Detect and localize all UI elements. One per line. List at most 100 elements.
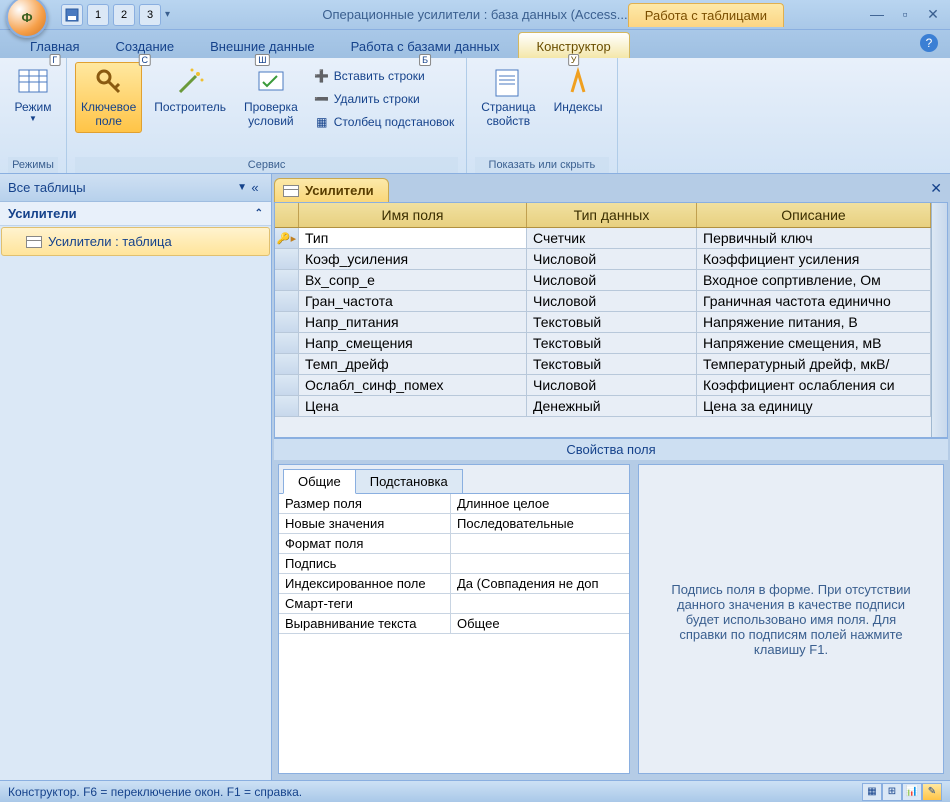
grid-row[interactable]: Ослабл_синф_помехЧисловойКоэффициент осл… — [275, 375, 931, 396]
delete-rows-button[interactable]: ➖Удалить строки — [310, 89, 458, 109]
property-row[interactable]: Размер поляДлинное целое — [279, 494, 629, 514]
tab-external-data[interactable]: Внешние данныеШ — [192, 33, 333, 58]
grid-row[interactable]: 🔑▸ТипСчетчикПервичный ключ — [275, 228, 931, 249]
data-type-cell[interactable]: Текстовый — [527, 333, 697, 353]
qat-btn-1[interactable]: 1 — [87, 4, 109, 26]
data-type-cell[interactable]: Числовой — [527, 270, 697, 290]
field-name-cell[interactable]: Напр_питания — [299, 312, 527, 332]
row-selector[interactable] — [275, 354, 299, 374]
nav-header[interactable]: Все таблицы ▼ « — [0, 174, 271, 202]
description-cell[interactable]: Входное сопртивление, Ом — [697, 270, 931, 290]
col-header-name[interactable]: Имя поля — [299, 203, 527, 227]
nav-group-collapse-icon[interactable]: ⌃ — [255, 208, 263, 219]
field-name-cell[interactable]: Темп_дрейф — [299, 354, 527, 374]
row-selector[interactable] — [275, 312, 299, 332]
view-chart-button[interactable]: 📊 — [902, 783, 922, 801]
context-tab-tables[interactable]: Работа с таблицами — [628, 3, 784, 27]
row-selector[interactable] — [275, 333, 299, 353]
data-type-cell[interactable]: Денежный — [527, 396, 697, 416]
qat-btn-2[interactable]: 2 — [113, 4, 135, 26]
row-selector[interactable] — [275, 291, 299, 311]
col-header-desc[interactable]: Описание — [697, 203, 931, 227]
data-type-cell[interactable]: Числовой — [527, 249, 697, 269]
property-value[interactable] — [451, 534, 629, 553]
nav-dropdown-icon[interactable]: ▼ — [237, 182, 247, 193]
property-row[interactable]: Подпись — [279, 554, 629, 574]
description-cell[interactable]: Коэффициент ослабления си — [697, 375, 931, 395]
lookup-column-button[interactable]: ▦Столбец подстановок — [310, 112, 458, 132]
grid-row[interactable]: Гран_частотаЧисловойГраничная частота ед… — [275, 291, 931, 312]
grid-row[interactable]: ЦенаДенежныйЦена за единицу — [275, 396, 931, 417]
data-type-cell[interactable]: Счетчик — [527, 228, 697, 248]
validation-button[interactable]: Проверка условий — [238, 62, 304, 133]
nav-group-amplifiers[interactable]: Усилители ⌃ — [0, 202, 271, 226]
nav-collapse-icon[interactable]: « — [247, 180, 263, 195]
grid-row[interactable]: Вх_сопр_еЧисловойВходное сопртивление, О… — [275, 270, 931, 291]
close-button[interactable]: ✕ — [924, 6, 942, 23]
grid-row[interactable]: Темп_дрейфТекстовыйТемпературный дрейф, … — [275, 354, 931, 375]
property-row[interactable]: Индексированное полеДа (Совпадения не до… — [279, 574, 629, 594]
data-type-cell[interactable]: Текстовый — [527, 354, 697, 374]
help-icon[interactable]: ? — [920, 34, 938, 52]
mode-button[interactable]: Режим ▼ — [8, 62, 58, 128]
qat-btn-3[interactable]: 3 — [139, 4, 161, 26]
property-sheet-button[interactable]: Страница свойств — [475, 62, 541, 133]
col-header-type[interactable]: Тип данных — [527, 203, 697, 227]
grid-row[interactable]: Напр_питанияТекстовыйНапряжение питания,… — [275, 312, 931, 333]
property-row[interactable]: Выравнивание текстаОбщее — [279, 614, 629, 634]
minimize-button[interactable]: — — [868, 6, 886, 23]
field-name-cell[interactable]: Гран_частота — [299, 291, 527, 311]
data-type-cell[interactable]: Числовой — [527, 375, 697, 395]
description-cell[interactable]: Граничная частота единично — [697, 291, 931, 311]
primary-key-button[interactable]: Ключевое поле — [75, 62, 142, 133]
tab-create[interactable]: СозданиеС — [97, 33, 192, 58]
field-name-cell[interactable]: Коэф_усиления — [299, 249, 527, 269]
props-tab-lookup[interactable]: Подстановка — [355, 469, 463, 494]
vertical-scrollbar[interactable] — [931, 203, 947, 437]
field-name-cell[interactable]: Тип — [299, 228, 527, 248]
grid-row[interactable]: Коэф_усиленияЧисловойКоэффициент усилени… — [275, 249, 931, 270]
description-cell[interactable]: Напряжение питания, В — [697, 312, 931, 332]
nav-item-amplifiers-table[interactable]: Усилители : таблица — [1, 227, 270, 256]
insert-rows-button[interactable]: ➕Вставить строки — [310, 66, 458, 86]
description-cell[interactable]: Температурный дрейф, мкВ/ — [697, 354, 931, 374]
view-pivot-button[interactable]: ⊞ — [882, 783, 902, 801]
description-cell[interactable]: Цена за единицу — [697, 396, 931, 416]
property-value[interactable]: Последовательные — [451, 514, 629, 533]
restore-button[interactable]: ▫ — [896, 6, 914, 23]
qat-save-icon[interactable] — [61, 4, 83, 26]
view-datasheet-button[interactable]: ▦ — [862, 783, 882, 801]
view-design-button[interactable]: ✎ — [922, 783, 942, 801]
field-name-cell[interactable]: Напр_смещения — [299, 333, 527, 353]
indexes-button[interactable]: Индексы — [548, 62, 609, 118]
property-value[interactable]: Длинное целое — [451, 494, 629, 513]
property-row[interactable]: Смарт-теги — [279, 594, 629, 614]
props-tab-general[interactable]: Общие — [283, 469, 356, 494]
row-selector[interactable] — [275, 396, 299, 416]
property-row[interactable]: Новые значенияПоследовательные — [279, 514, 629, 534]
data-type-cell[interactable]: Текстовый — [527, 312, 697, 332]
description-cell[interactable]: Коэффициент усиления — [697, 249, 931, 269]
tab-db-tools[interactable]: Работа с базами данныхБ — [333, 33, 518, 58]
property-value[interactable] — [451, 554, 629, 573]
field-name-cell[interactable]: Ослабл_синф_помех — [299, 375, 527, 395]
qat-dropdown-icon[interactable]: ▾ — [165, 9, 170, 20]
doc-close-icon[interactable]: ✕ — [930, 180, 942, 197]
field-name-cell[interactable]: Цена — [299, 396, 527, 416]
data-type-cell[interactable]: Числовой — [527, 291, 697, 311]
row-selector[interactable] — [275, 249, 299, 269]
property-value[interactable]: Общее — [451, 614, 629, 633]
property-value[interactable] — [451, 594, 629, 613]
row-selector[interactable]: 🔑▸ — [275, 228, 299, 248]
field-name-cell[interactable]: Вх_сопр_е — [299, 270, 527, 290]
builder-button[interactable]: Построитель — [148, 62, 232, 118]
description-cell[interactable]: Первичный ключ — [697, 228, 931, 248]
property-value[interactable]: Да (Совпадения не доп — [451, 574, 629, 593]
description-cell[interactable]: Напряжение смещения, мВ — [697, 333, 931, 353]
property-row[interactable]: Формат поля — [279, 534, 629, 554]
row-selector[interactable] — [275, 375, 299, 395]
grid-row[interactable]: Напр_смещенияТекстовыйНапряжение смещени… — [275, 333, 931, 354]
doc-tab-amplifiers[interactable]: Усилители — [274, 178, 389, 202]
row-selector[interactable] — [275, 270, 299, 290]
row-selector-header[interactable] — [275, 203, 299, 227]
